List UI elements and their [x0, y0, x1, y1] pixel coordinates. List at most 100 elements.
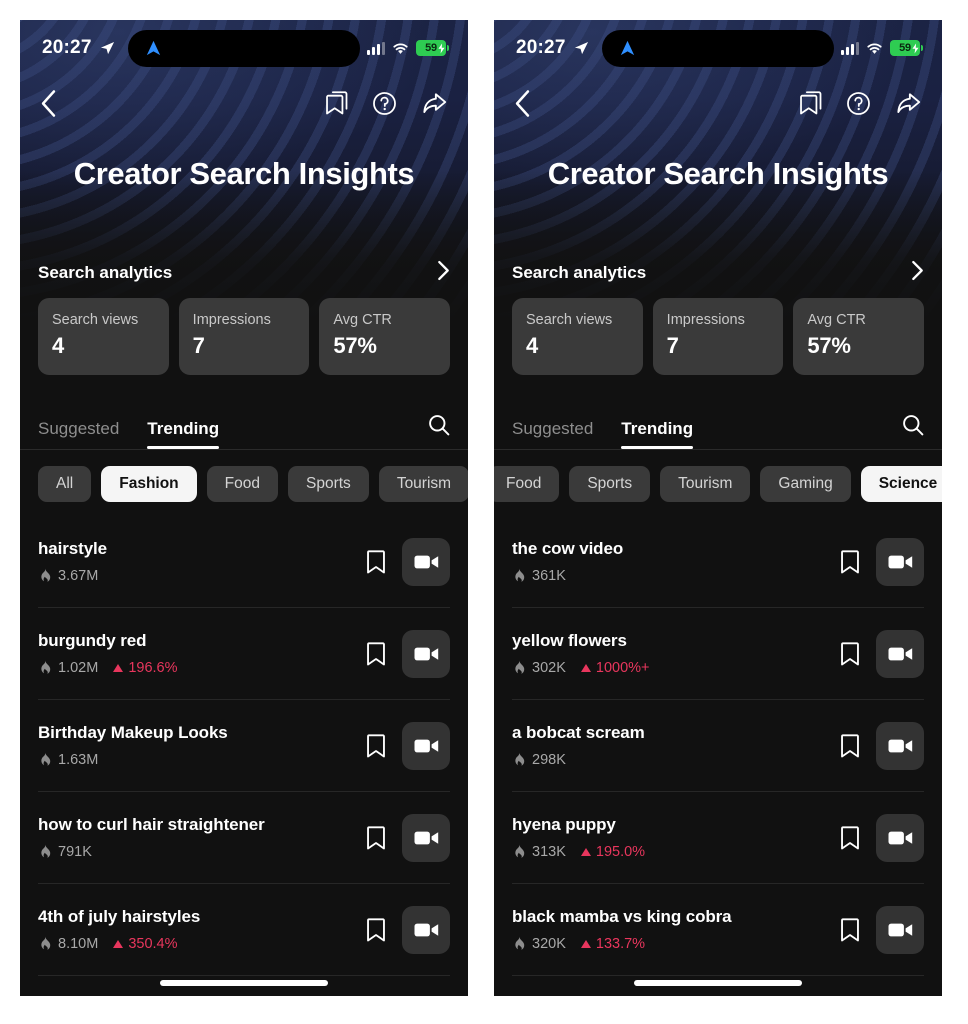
stat-card[interactable]: Avg CTR 57%: [793, 298, 925, 375]
stat-card[interactable]: Impressions 7: [652, 298, 784, 375]
analytics-chevron-button[interactable]: [437, 260, 450, 286]
trending-row-meta: 791K: [38, 844, 352, 860]
back-button[interactable]: [514, 89, 531, 118]
create-video-button[interactable]: [876, 813, 924, 862]
create-video-button[interactable]: [402, 629, 450, 678]
stat-cards: Search views 4 Impressions 7 Avg CTR 57%: [38, 298, 451, 375]
chip-sports[interactable]: Sports: [288, 466, 369, 502]
trending-row[interactable]: Birthday Makeup Looks 1.63M: [38, 700, 450, 792]
search-button[interactable]: [902, 414, 924, 449]
trending-row[interactable]: black mamba vs king cobra 320K 133.7%: [512, 884, 924, 976]
chip-tourism[interactable]: Tourism: [660, 466, 751, 502]
trending-row[interactable]: the cow video 361K: [512, 516, 924, 608]
bookmark-icon: [367, 549, 385, 573]
help-button[interactable]: [846, 91, 871, 116]
stat-card[interactable]: Impressions 7: [178, 298, 310, 375]
tab-trending[interactable]: Trending: [147, 419, 219, 449]
create-video-button[interactable]: [402, 721, 450, 770]
chip-science[interactable]: Science: [860, 466, 942, 502]
page-title: Creator Search Insights: [547, 156, 889, 191]
bookmark-button[interactable]: [366, 917, 386, 942]
question-circle-icon: [847, 91, 870, 115]
saved-button[interactable]: [325, 90, 348, 116]
tab-suggested[interactable]: Suggested: [38, 419, 119, 449]
help-button[interactable]: [372, 91, 397, 116]
status-time: 20:27: [516, 37, 566, 58]
triangle-up-icon: [580, 848, 591, 856]
bookmark-button[interactable]: [366, 733, 386, 758]
bookmark-icon: [841, 641, 859, 665]
create-video-button[interactable]: [876, 629, 924, 678]
trending-row[interactable]: 4th of july hairstyles 8.10M 350.4%: [38, 884, 450, 976]
create-video-button[interactable]: [876, 905, 924, 954]
trend-delta: 133.7%: [580, 936, 645, 952]
category-chip-scroller[interactable]: Food Sports Tourism Gaming Science: [494, 450, 942, 516]
bookmark-button[interactable]: [366, 825, 386, 850]
bookmark-button[interactable]: [840, 549, 860, 574]
battery-level: 59: [899, 41, 911, 54]
create-video-button[interactable]: [402, 813, 450, 862]
trend-delta-value: 195.0%: [595, 844, 646, 860]
video-camera-icon: [888, 739, 912, 752]
chip-tourism[interactable]: Tourism: [378, 466, 468, 502]
bookmark-icon: [841, 917, 859, 941]
bookmark-button[interactable]: [366, 549, 386, 574]
tab-suggested[interactable]: Suggested: [512, 419, 593, 449]
bookmark-button[interactable]: [840, 733, 860, 758]
trending-row[interactable]: yellow flowers 302K 1000%+: [512, 608, 924, 700]
search-analytics-section[interactable]: Search analytics Search views 4 Impressi…: [20, 260, 468, 375]
bookmark-button[interactable]: [840, 641, 860, 666]
view-count: 791K: [38, 844, 92, 860]
trending-row[interactable]: burgundy red 1.02M 196.6%: [38, 608, 450, 700]
trending-row[interactable]: High Porosity Hair: [38, 976, 450, 996]
trending-row[interactable]: hairstyle 3.67M: [38, 516, 450, 608]
home-indicator: [634, 980, 802, 986]
stat-label: Search views: [52, 312, 139, 328]
analytics-chevron-button[interactable]: [911, 260, 924, 286]
analytics-header[interactable]: Search analytics: [512, 260, 924, 286]
bookmark-button[interactable]: [840, 825, 860, 850]
tab-trending[interactable]: Trending: [621, 419, 693, 449]
create-video-button[interactable]: [402, 905, 450, 954]
analytics-title: Search analytics: [38, 263, 173, 282]
trending-row[interactable]: plesiosaurus: [512, 976, 924, 996]
trending-row[interactable]: how to curl hair straightener 791K: [38, 792, 450, 884]
search-button[interactable]: [428, 414, 450, 449]
chip-gaming[interactable]: Gaming: [760, 466, 851, 502]
stat-card[interactable]: Search views 4: [38, 298, 169, 375]
bookmark-button[interactable]: [366, 641, 386, 666]
chip-food[interactable]: Food: [494, 466, 560, 502]
create-video-button[interactable]: [876, 537, 924, 586]
trend-delta: 350.4%: [113, 936, 178, 952]
chevron-left-icon: [41, 89, 56, 117]
category-chip-scroller[interactable]: All Fashion Food Sports Tourism: [20, 450, 468, 516]
trending-row-main: Birthday Makeup Looks 1.63M: [38, 723, 352, 768]
trend-delta: 196.6%: [113, 660, 178, 676]
chip-fashion[interactable]: Fashion: [101, 466, 197, 502]
phone-panel-right: 20:27 59 Creator Search Insights Search …: [494, 20, 942, 996]
dynamic-island: [128, 30, 360, 67]
trend-delta: 1000%+: [580, 660, 650, 676]
triangle-up-icon: [113, 940, 124, 948]
chip-food[interactable]: Food: [206, 466, 278, 502]
create-video-button[interactable]: [402, 537, 450, 586]
chip-sports[interactable]: Sports: [569, 466, 651, 502]
status-bar-left: 20:27: [516, 37, 589, 59]
trending-row[interactable]: a bobcat scream 298K: [512, 700, 924, 792]
share-button[interactable]: [421, 91, 448, 116]
flame-icon: [41, 660, 51, 674]
view-count: 361K: [512, 568, 566, 584]
bookmark-button[interactable]: [840, 917, 860, 942]
create-video-button[interactable]: [876, 721, 924, 770]
triangle-up-icon: [580, 940, 591, 948]
share-button[interactable]: [895, 91, 922, 116]
video-camera-icon: [888, 923, 912, 936]
back-button[interactable]: [40, 89, 57, 118]
analytics-header[interactable]: Search analytics: [38, 260, 450, 286]
stat-card[interactable]: Search views 4: [512, 298, 643, 375]
saved-button[interactable]: [799, 90, 822, 116]
stat-card[interactable]: Avg CTR 57%: [319, 298, 451, 375]
chip-all[interactable]: All: [38, 466, 92, 502]
search-analytics-section[interactable]: Search analytics Search views 4 Impressi…: [494, 260, 942, 375]
trending-row[interactable]: hyena puppy 313K 195.0%: [512, 792, 924, 884]
